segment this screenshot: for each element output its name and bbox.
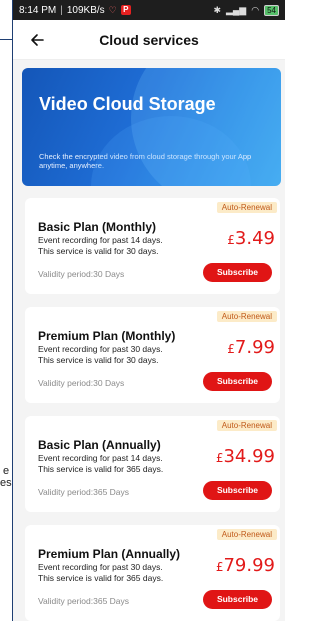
price-value: 3.49: [234, 228, 275, 249]
auto-renewal-badge: Auto-Renewal: [216, 529, 277, 540]
app-notification-icon: P: [120, 5, 131, 15]
plan-recording-text: Event recording for past 14 days.: [38, 235, 163, 245]
plan-validity-text: This service is valid for 30 days.: [38, 355, 159, 365]
status-speed: 109KB/s: [66, 4, 105, 16]
plan-card-premium-annually: Auto-Renewal Premium Plan (Annually) Eve…: [25, 525, 280, 621]
plan-name: Basic Plan (Monthly): [38, 220, 157, 234]
auto-renewal-badge: Auto-Renewal: [216, 420, 277, 431]
page-title: Cloud services: [99, 31, 199, 48]
price-value: 7.99: [234, 337, 275, 358]
plan-name: Basic Plan (Annually): [38, 438, 161, 452]
plan-name: Premium Plan (Annually): [38, 547, 181, 561]
plan-validity-period: Validity period:365 Days: [38, 487, 130, 497]
plan-validity-text: This service is valid for 365 days.: [38, 573, 164, 583]
subscribe-button[interactable]: Subscribe: [203, 372, 272, 391]
plan-validity-text: This service is valid for 365 days.: [38, 464, 164, 474]
plan-price: £79.99: [216, 555, 275, 576]
plan-card-basic-annually: Auto-Renewal Basic Plan (Annually) Event…: [25, 416, 280, 512]
bluetooth-icon: ✱: [213, 4, 221, 15]
plan-recording-text: Event recording for past 30 days.: [38, 344, 163, 354]
wifi-icon: ◠: [251, 4, 260, 15]
side-text-fragment-1: e: [3, 465, 10, 477]
price-value: 34.99: [223, 446, 275, 467]
heart-icon: ♡: [108, 4, 117, 15]
auto-renewal-badge: Auto-Renewal: [216, 311, 277, 322]
plan-card-premium-monthly: Auto-Renewal Premium Plan (Monthly) Even…: [25, 307, 280, 403]
currency-symbol: £: [227, 342, 235, 356]
nav-bar: Cloud services: [13, 20, 285, 60]
plan-price: £7.99: [227, 337, 275, 358]
plan-price: £3.49: [227, 228, 275, 249]
price-value: 79.99: [223, 555, 275, 576]
signal-icon: ▂▄▆: [226, 4, 247, 15]
back-button[interactable]: [25, 28, 49, 52]
plan-validity-text: This service is valid for 30 days.: [38, 246, 159, 256]
side-text-fragment-2: es: [0, 477, 12, 489]
plan-name: Premium Plan (Monthly): [38, 329, 176, 343]
plan-validity-period: Validity period:30 Days: [38, 378, 125, 388]
subscribe-button[interactable]: Subscribe: [203, 263, 272, 282]
plan-recording-text: Event recording for past 14 days.: [38, 453, 163, 463]
plan-validity-period: Validity period:365 Days: [38, 596, 130, 606]
arrow-left-icon: [31, 34, 44, 46]
battery-icon: 54: [264, 4, 279, 16]
status-time: 8:14 PM: [19, 4, 57, 16]
phone-screen: 8:14 PM | 109KB/s ♡ P ✱ ▂▄▆ ◠ 54 Cloud s…: [12, 0, 285, 621]
auto-renewal-badge: Auto-Renewal: [216, 202, 277, 213]
plan-recording-text: Event recording for past 30 days.: [38, 562, 163, 572]
currency-symbol: £: [227, 233, 235, 247]
plan-card-basic-monthly: Auto-Renewal Basic Plan (Monthly) Event …: [25, 198, 280, 294]
banner-title: Video Cloud Storage: [39, 94, 216, 114]
subscribe-button[interactable]: Subscribe: [203, 481, 272, 500]
status-bar: 8:14 PM | 109KB/s ♡ P ✱ ▂▄▆ ◠ 54: [13, 0, 285, 20]
banner-description: Check the encrypted video from cloud sto…: [39, 152, 252, 170]
plan-price: £34.99: [216, 446, 275, 467]
callout-line: [0, 39, 12, 40]
subscribe-button[interactable]: Subscribe: [203, 590, 272, 609]
cloud-storage-banner: Video Cloud Storage Check the encrypted …: [22, 68, 281, 186]
plan-validity-period: Validity period:30 Days: [38, 269, 125, 279]
